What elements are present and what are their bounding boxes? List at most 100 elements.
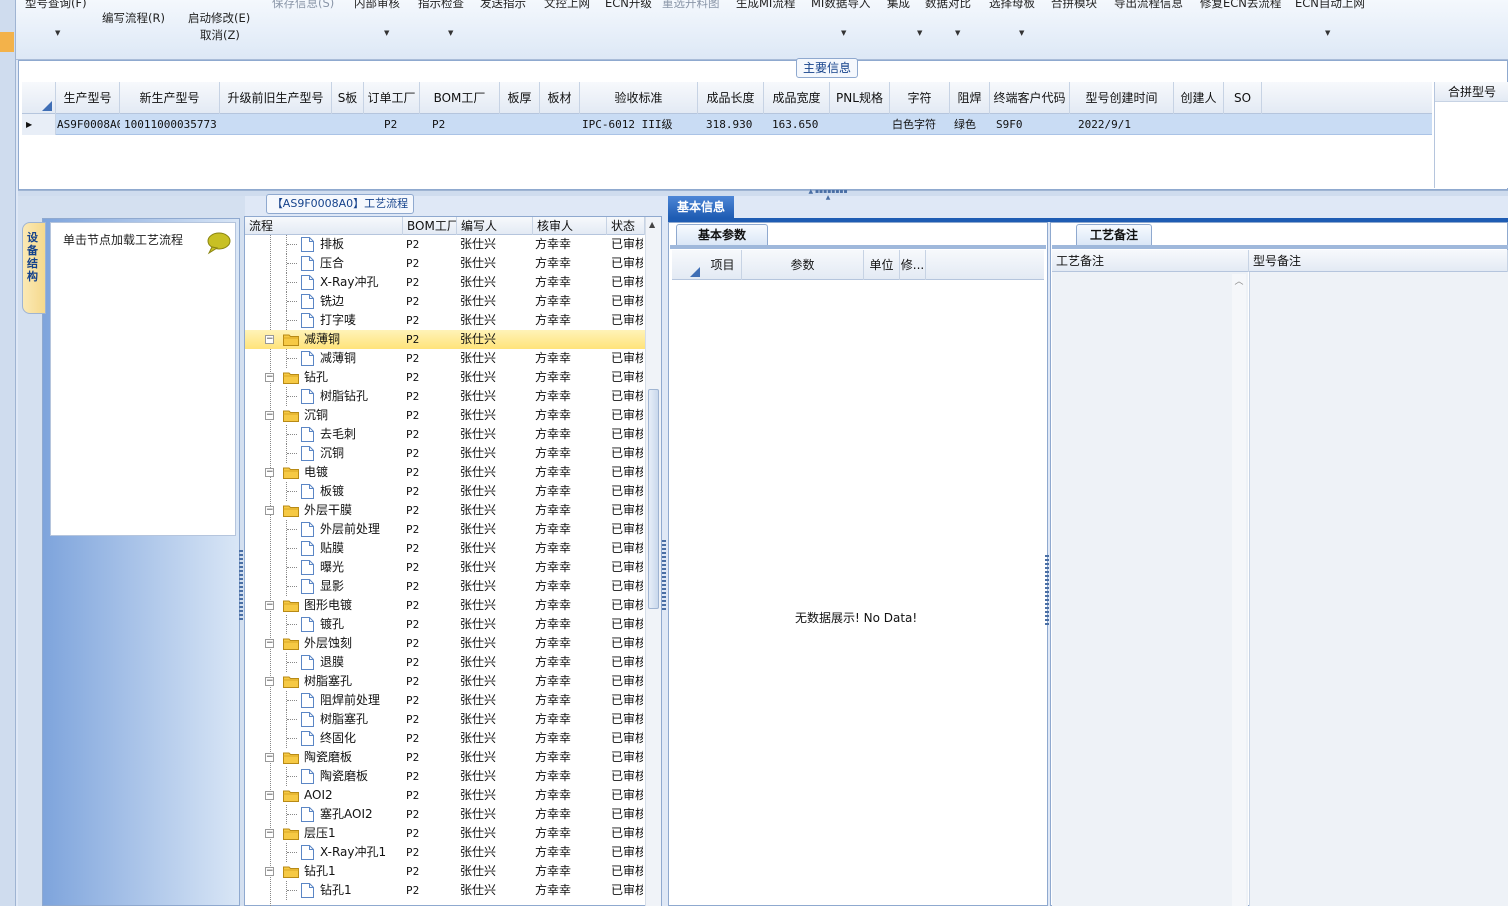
toolbar-button[interactable]: ECN升级 [605, 0, 652, 11]
tree-node-step[interactable]: 减薄铜 P2 张仕兴 方幸幸 已审核 [245, 349, 645, 368]
tree-node-step[interactable]: 阻焊前处理 P2 张仕兴 方幸幸 已审核 [245, 691, 645, 710]
toolbar-button[interactable]: 发送指示 [480, 0, 526, 11]
toolbar-button[interactable]: 型号查询(F) [25, 0, 87, 11]
collapse-toggle-icon[interactable]: − [265, 411, 274, 420]
scroll-up-icon[interactable]: ▲ [649, 220, 655, 229]
toolbar-button[interactable]: 修复ECN丢流程 [1200, 0, 1281, 11]
chevron-down-icon[interactable]: ▼ [841, 29, 846, 37]
collapse-toggle-icon[interactable]: − [265, 753, 274, 762]
middle-splitter-grip[interactable] [662, 540, 666, 610]
param-column-header[interactable]: 修... [900, 250, 926, 280]
tab-process-notes[interactable]: 工艺备注 [1076, 224, 1152, 246]
chevron-down-icon[interactable]: ▼ [448, 29, 453, 37]
table-cell[interactable]: IPC-6012 III级 [582, 114, 698, 135]
tree-node-folder[interactable]: − 陶瓷磨板 P2 张仕兴 方幸幸 已审核 [245, 748, 645, 767]
tree-node-step[interactable]: 树脂塞孔 P2 张仕兴 方幸幸 已审核 [245, 710, 645, 729]
tree-node-step[interactable]: 终固化 P2 张仕兴 方幸幸 已审核 [245, 729, 645, 748]
tree-node-step[interactable]: X-Ray冲孔1 P2 张仕兴 方幸幸 已审核 [245, 843, 645, 862]
tree-node-step[interactable]: 压合 P2 张仕兴 方幸幸 已审核 [245, 254, 645, 273]
column-header[interactable]: 终端客户代码 [990, 82, 1070, 114]
column-header[interactable]: 板厚 [500, 82, 540, 114]
collapse-toggle-icon[interactable]: − [265, 601, 274, 610]
collapse-toggle-icon[interactable]: − [265, 677, 274, 686]
tree-node-folder[interactable]: − 钻孔 P2 张仕兴 方幸幸 已审核 [245, 368, 645, 387]
toolbar-button[interactable]: 编写流程(R) [102, 10, 165, 26]
chevron-down-icon[interactable]: ▼ [55, 29, 60, 37]
tree-node-folder[interactable]: − 外层干膜 P2 张仕兴 方幸幸 已审核 [245, 501, 645, 520]
tree-node-step[interactable]: 曝光 P2 张仕兴 方幸幸 已审核 [245, 558, 645, 577]
corner-triangle-icon[interactable] [690, 267, 700, 277]
tree-node-folder[interactable]: − 层压1 P2 张仕兴 方幸幸 已审核 [245, 824, 645, 843]
tree-node-step[interactable]: 铣边 P2 张仕兴 方幸幸 已审核 [245, 292, 645, 311]
collapse-toggle-icon[interactable]: − [265, 506, 274, 515]
toolbar-button[interactable]: 取消(Z) [200, 27, 240, 43]
tree-node-folder[interactable]: − 树脂塞孔 P2 张仕兴 方幸幸 已审核 [245, 672, 645, 691]
toolbar-button[interactable]: 生成MI流程 [736, 0, 795, 11]
toolbar-button[interactable]: ECN自动上网 [1295, 0, 1365, 11]
tree-column-header[interactable]: 状态 [607, 217, 645, 235]
column-header[interactable]: 订单工厂 [364, 82, 420, 114]
toolbar-button[interactable]: 导出流程信息 [1114, 0, 1183, 11]
param-column-header[interactable]: 单位 [864, 250, 900, 280]
scroll-thumb[interactable] [648, 389, 659, 609]
collapse-toggle-icon[interactable]: − [265, 639, 274, 648]
collapse-toggle-icon[interactable]: − [265, 373, 274, 382]
tree-node-step[interactable]: 镀孔 P2 张仕兴 方幸幸 已审核 [245, 615, 645, 634]
toolbar-button[interactable]: 文控上网 [544, 0, 590, 11]
notes-scrollbar[interactable]: ︿ [1232, 274, 1246, 906]
tree-node-folder[interactable]: − 沉铜 P2 张仕兴 方幸幸 已审核 [245, 406, 645, 425]
column-header[interactable]: SO [1224, 82, 1262, 114]
tree-node-step[interactable]: 退膜 P2 张仕兴 方幸幸 已审核 [245, 653, 645, 672]
tree-node-folder[interactable]: − 外层蚀刻 P2 张仕兴 方幸幸 已审核 [245, 634, 645, 653]
toolbar-button[interactable]: 合拼模块 [1051, 0, 1097, 11]
toolbar-button[interactable]: MI数据导入 [811, 0, 870, 11]
table-cell[interactable]: AS9F0008A0 [57, 114, 120, 135]
column-header[interactable]: 阻焊 [950, 82, 990, 114]
column-header[interactable]: 板材 [540, 82, 580, 114]
table-cell[interactable]: 318.930 [706, 114, 764, 135]
chevron-down-icon[interactable]: ▼ [384, 29, 389, 37]
table-cell[interactable]: 2022/9/1 [1078, 114, 1174, 135]
tree-column-header[interactable]: BOM工厂 [403, 217, 457, 235]
chevron-down-icon[interactable]: ▼ [917, 29, 922, 37]
table-cell[interactable]: 绿色 [954, 114, 990, 135]
left-splitter-grip[interactable] [239, 550, 243, 620]
column-header[interactable]: BOM工厂 [420, 82, 500, 114]
column-header[interactable]: PNL规格 [830, 82, 890, 114]
tree-column-header[interactable]: 编写人 [457, 217, 533, 235]
tree-scrollbar[interactable]: ▲ [645, 217, 661, 906]
model-notes-field[interactable] [1249, 272, 1508, 906]
device-structure-box[interactable]: 单击节点加载工艺流程 [50, 222, 236, 536]
column-header[interactable]: 升级前旧生产型号 [220, 82, 332, 114]
tree-node-step[interactable]: 去毛刺 P2 张仕兴 方幸幸 已审核 [245, 425, 645, 444]
tree-node-step[interactable]: 排板 P2 张仕兴 方幸幸 已审核 [245, 235, 645, 254]
tab-device-structure[interactable]: 设备结构 [22, 222, 46, 314]
tree-node-step[interactable]: 沉铜 P2 张仕兴 方幸幸 已审核 [245, 444, 645, 463]
chevron-down-icon[interactable]: ▼ [1325, 29, 1330, 37]
tree-node-step[interactable]: 树脂钻孔 P2 张仕兴 方幸幸 已审核 [245, 387, 645, 406]
tree-node-step[interactable]: 陶瓷磨板 P2 张仕兴 方幸幸 已审核 [245, 767, 645, 786]
tree-node-step[interactable]: 显影 P2 张仕兴 方幸幸 已审核 [245, 577, 645, 596]
collapse-toggle-icon[interactable]: − [265, 468, 274, 477]
param-column-header[interactable]: 参数 [742, 250, 864, 280]
tab-basic-info[interactable]: 基本信息 [668, 196, 734, 218]
toolbar-button[interactable]: 选择母板 [989, 0, 1035, 11]
tree-node-step[interactable]: 外层前处理 P2 张仕兴 方幸幸 已审核 [245, 520, 645, 539]
right-splitter-grip[interactable] [1045, 555, 1049, 625]
merge-column-header[interactable]: 合拼型号 [1435, 82, 1508, 102]
tree-node-folder[interactable]: − 图形电镀 P2 张仕兴 方幸幸 已审核 [245, 596, 645, 615]
column-header[interactable]: 成品宽度 [764, 82, 830, 114]
collapse-toggle-icon[interactable]: − [265, 791, 274, 800]
tree-node-step[interactable]: 贴膜 P2 张仕兴 方幸幸 已审核 [245, 539, 645, 558]
collapse-toggle-icon[interactable]: − [265, 335, 274, 344]
column-header[interactable]: 创建人 [1174, 82, 1224, 114]
tree-node-step[interactable]: 板镀 P2 张仕兴 方幸幸 已审核 [245, 482, 645, 501]
tree-column-header[interactable]: 流程 [245, 217, 403, 235]
toolbar-button[interactable]: 启动修改(E) [188, 10, 250, 26]
chevron-down-icon[interactable]: ▼ [955, 29, 960, 37]
tree-node-folder[interactable]: − 电镀 P2 张仕兴 方幸幸 已审核 [245, 463, 645, 482]
column-header[interactable]: 新生产型号 [120, 82, 220, 114]
notes-column-header[interactable]: 型号备注 [1249, 250, 1508, 272]
column-header[interactable]: 字符 [890, 82, 950, 114]
param-column-header[interactable]: 项目 [704, 250, 742, 280]
